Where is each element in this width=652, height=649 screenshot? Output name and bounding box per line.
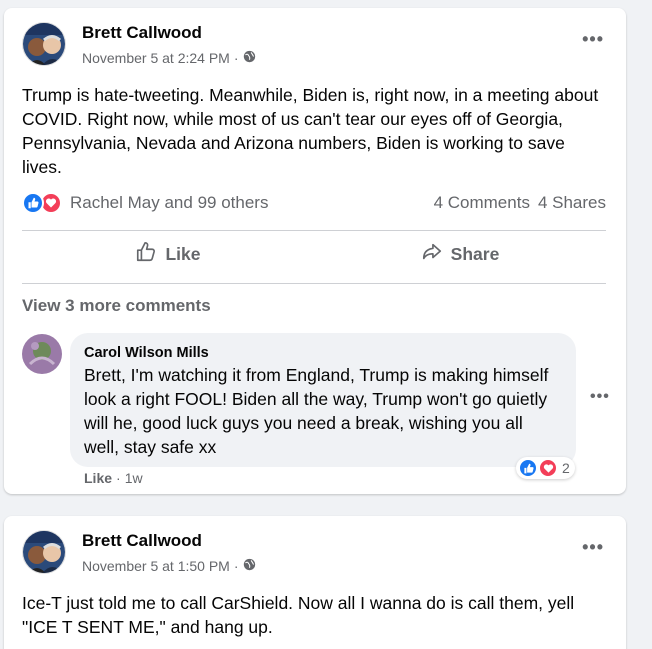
view-more-comments[interactable]: View 3 more comments bbox=[22, 296, 211, 316]
thumbs-up-icon bbox=[135, 241, 157, 268]
post-author[interactable]: Brett Callwood bbox=[82, 23, 202, 43]
post-timestamp[interactable]: November 5 at 1:50 PM bbox=[82, 558, 230, 574]
comment-author[interactable]: Carol Wilson Mills bbox=[84, 345, 562, 361]
like-label: Like bbox=[165, 243, 201, 264]
reaction-icons[interactable] bbox=[22, 192, 62, 214]
share-label: Share bbox=[450, 243, 500, 264]
post-author[interactable]: Brett Callwood bbox=[82, 531, 202, 551]
like-button[interactable]: Like bbox=[22, 231, 314, 277]
globe-icon bbox=[243, 558, 256, 574]
comment-text: Brett, I'm watching it from England, Tru… bbox=[84, 365, 549, 457]
meta-separator: · bbox=[233, 50, 239, 66]
comment-actions: Like · 1w bbox=[84, 470, 143, 486]
post-timestamp[interactable]: November 5 at 2:24 PM bbox=[82, 50, 230, 66]
like-reaction-icon bbox=[22, 192, 44, 214]
divider bbox=[22, 283, 606, 284]
post-options-icon[interactable]: ••• bbox=[582, 538, 604, 556]
shares-count[interactable]: 4 Shares bbox=[538, 193, 606, 213]
comment-options-icon[interactable]: ••• bbox=[590, 389, 610, 405]
author-avatar[interactable] bbox=[22, 22, 66, 66]
post-meta: November 5 at 2:24 PM · bbox=[82, 50, 256, 66]
comment-age[interactable]: 1w bbox=[125, 470, 143, 486]
meta-separator: · bbox=[233, 558, 239, 574]
comment-like-link[interactable]: Like bbox=[84, 470, 112, 486]
share-button[interactable]: Share bbox=[314, 231, 606, 277]
comments-count[interactable]: 4 Comments bbox=[434, 193, 530, 213]
share-icon bbox=[421, 241, 443, 268]
post-actions: Like Share bbox=[22, 231, 606, 277]
reaction-summary: Rachel May and 99 others 4 Comments 4 Sh… bbox=[22, 191, 606, 215]
commenter-avatar[interactable] bbox=[22, 334, 62, 374]
reactions-text[interactable]: Rachel May and 99 others bbox=[70, 193, 268, 213]
author-avatar[interactable] bbox=[22, 530, 66, 574]
post-card: Brett Callwood November 5 at 2:24 PM · •… bbox=[4, 8, 626, 494]
post-options-icon[interactable]: ••• bbox=[582, 30, 604, 48]
comment-bubble: Carol Wilson Mills Brett, I'm watching i… bbox=[70, 333, 576, 467]
comment-separator: · bbox=[116, 470, 121, 486]
post-text: Trump is hate-tweeting. Meanwhile, Biden… bbox=[22, 85, 599, 177]
comment-reactions[interactable]: 2 bbox=[516, 457, 575, 479]
post-text: Ice-T just told me to call CarShield. No… bbox=[22, 593, 575, 637]
like-reaction-icon bbox=[518, 458, 538, 478]
comment-reaction-count: 2 bbox=[562, 460, 570, 476]
globe-icon bbox=[243, 50, 256, 66]
post-meta: November 5 at 1:50 PM · bbox=[82, 558, 256, 574]
love-reaction-icon bbox=[538, 458, 558, 478]
post-card: Brett Callwood November 5 at 1:50 PM · •… bbox=[4, 516, 626, 649]
